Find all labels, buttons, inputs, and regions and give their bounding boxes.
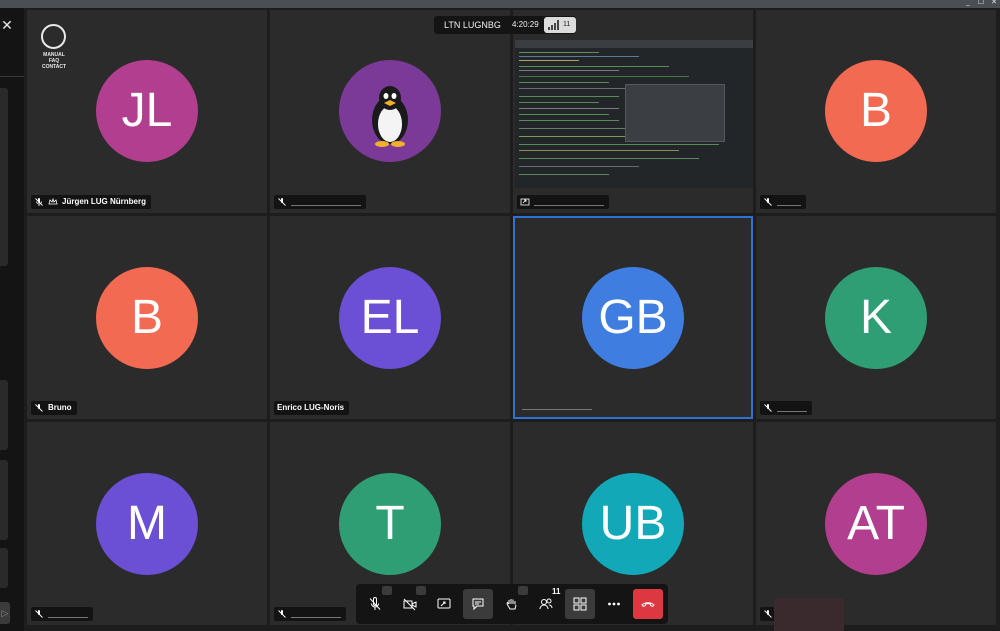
logo-emblem-icon bbox=[41, 24, 66, 49]
close-window-button[interactable]: ✕ bbox=[990, 0, 998, 6]
video-conference-window: _ ☐ ✕ ✕ ▷ JL Jürgen LUG Nürnberg MANUAL … bbox=[0, 0, 1000, 631]
participant-name-tag bbox=[760, 195, 806, 209]
avatar: GB bbox=[582, 267, 684, 369]
chat-message-block bbox=[0, 460, 8, 540]
participants-icon bbox=[539, 598, 553, 610]
mic-muted-icon bbox=[764, 198, 772, 206]
audio-options-toggle[interactable] bbox=[382, 586, 392, 595]
chat-button[interactable] bbox=[463, 589, 493, 619]
chat-icon bbox=[472, 598, 484, 611]
hang-up-icon bbox=[641, 602, 655, 608]
shared-dialog bbox=[625, 84, 725, 142]
chat-message-block bbox=[0, 380, 8, 450]
logo-text: CONTACT bbox=[41, 64, 67, 70]
hang-up-button[interactable] bbox=[633, 589, 663, 619]
avatar: EL bbox=[339, 267, 441, 369]
signal-bars-icon bbox=[548, 20, 559, 30]
participant-tile[interactable] bbox=[270, 10, 510, 213]
avatar: K bbox=[825, 267, 927, 369]
video-options-toggle[interactable] bbox=[416, 586, 426, 595]
redacted-name bbox=[777, 204, 801, 206]
microphone-icon bbox=[369, 597, 381, 610]
screen-share-icon bbox=[520, 198, 530, 206]
shared-screen-content bbox=[515, 40, 753, 188]
redacted-name bbox=[291, 204, 361, 206]
participant-name-tag bbox=[274, 195, 366, 209]
sidebar-divider bbox=[0, 76, 24, 77]
participant-name-tag: Bruno bbox=[31, 401, 77, 415]
participant-tile[interactable]: AT bbox=[756, 422, 996, 625]
active-speaker-tile[interactable]: GB bbox=[513, 216, 753, 419]
logo: MANUAL FAQ CONTACT bbox=[36, 24, 72, 70]
participant-count-badge[interactable]: 11 bbox=[544, 17, 576, 33]
chat-sidebar: ✕ ▷ bbox=[0, 8, 24, 631]
participant-name-tag bbox=[519, 399, 597, 413]
mic-muted-icon bbox=[35, 610, 43, 618]
reactions-toggle[interactable] bbox=[518, 586, 528, 595]
participant-name-tag bbox=[517, 195, 609, 209]
mic-muted-icon bbox=[35, 404, 43, 412]
participant-name-tag bbox=[274, 607, 346, 621]
window-top-bar: _ ☐ ✕ bbox=[0, 0, 1000, 8]
raise-hand-icon bbox=[506, 599, 517, 610]
avatar: UB bbox=[582, 473, 684, 575]
camera-off-icon bbox=[403, 598, 417, 611]
meeting-info-bar: LTN LUGNBG 4:20:29 11 bbox=[434, 16, 576, 34]
tile-view-icon bbox=[573, 597, 587, 611]
more-options-icon bbox=[608, 602, 620, 606]
minimize-button[interactable]: _ bbox=[964, 0, 972, 6]
tux-penguin-icon bbox=[372, 86, 408, 147]
participant-name: Enrico LUG-Noris bbox=[277, 403, 345, 412]
redacted-name bbox=[522, 408, 592, 410]
mic-muted-icon bbox=[764, 404, 772, 412]
maximize-button[interactable]: ☐ bbox=[977, 0, 985, 6]
send-arrow-icon[interactable]: ▷ bbox=[0, 602, 10, 624]
moderator-crown-icon bbox=[48, 197, 58, 205]
avatar: AT bbox=[825, 473, 927, 575]
close-icon[interactable]: ✕ bbox=[0, 18, 14, 32]
meeting-toolbar bbox=[356, 584, 668, 624]
participant-name-tag: Enrico LUG-Noris bbox=[274, 401, 350, 415]
share-screen-icon bbox=[437, 598, 451, 609]
participant-name-tag: Jürgen LUG Nürnberg bbox=[31, 195, 152, 209]
avatar: B bbox=[96, 267, 198, 369]
chat-message-block bbox=[0, 548, 8, 588]
toolbar-participant-count: 11 bbox=[552, 587, 561, 596]
tile-view-button[interactable] bbox=[565, 589, 595, 619]
avatar: T bbox=[339, 473, 441, 575]
shared-window-titlebar bbox=[515, 40, 753, 48]
participant-name-tag bbox=[760, 401, 812, 415]
mic-muted-icon bbox=[278, 610, 286, 618]
mic-muted-icon bbox=[764, 610, 772, 618]
participant-count: 11 bbox=[563, 21, 571, 28]
self-view-thumbnail[interactable] bbox=[774, 598, 844, 631]
redacted-name bbox=[48, 616, 88, 618]
more-options-button[interactable] bbox=[599, 589, 629, 619]
participant-tile[interactable]: K bbox=[756, 216, 996, 419]
redacted-name bbox=[291, 616, 341, 618]
participant-name: Bruno bbox=[48, 403, 72, 412]
redacted-name bbox=[777, 410, 807, 412]
participant-tile[interactable]: EL Enrico LUG-Noris bbox=[270, 216, 510, 419]
meeting-name: LTN LUGNBG bbox=[444, 20, 501, 30]
mic-muted-icon bbox=[35, 198, 43, 206]
mic-muted-icon bbox=[278, 198, 286, 206]
participant-name: Jürgen LUG Nürnberg bbox=[62, 197, 147, 206]
avatar: M bbox=[96, 473, 198, 575]
chat-message-block bbox=[0, 88, 8, 266]
avatar: B bbox=[825, 60, 927, 162]
avatar bbox=[339, 60, 441, 162]
participant-tile[interactable]: B Bruno bbox=[27, 216, 267, 419]
avatar: JL bbox=[96, 60, 198, 162]
redacted-name bbox=[534, 204, 604, 206]
meeting-timer: 4:20:29 bbox=[512, 20, 539, 29]
participant-tile[interactable]: M bbox=[27, 422, 267, 625]
participant-tile[interactable]: B bbox=[756, 10, 996, 213]
participant-name-tag bbox=[31, 607, 93, 621]
share-screen-button[interactable] bbox=[429, 589, 459, 619]
